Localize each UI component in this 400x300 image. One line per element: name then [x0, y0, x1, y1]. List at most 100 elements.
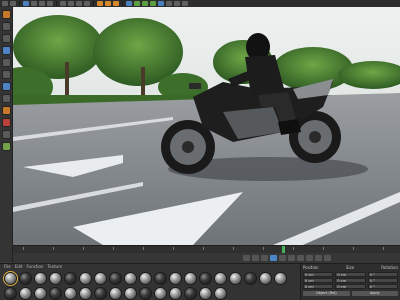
ruler-tick: [263, 247, 264, 250]
render-region-icon[interactable]: [105, 1, 111, 6]
material-swatch[interactable]: [184, 287, 197, 300]
solo-icon[interactable]: [1, 142, 11, 151]
pen-icon[interactable]: [134, 1, 140, 6]
cube-icon[interactable]: [126, 1, 132, 6]
material-swatch[interactable]: [19, 287, 32, 300]
next-key-icon[interactable]: [288, 255, 295, 261]
size-x-field[interactable]: 0 cm: [335, 272, 366, 277]
position-header: Position: [303, 265, 319, 270]
material-swatch[interactable]: [79, 272, 92, 285]
material-swatch[interactable]: [49, 287, 62, 300]
snap-icon[interactable]: [1, 118, 11, 127]
floor-icon[interactable]: [166, 1, 172, 6]
material-swatch[interactable]: [79, 287, 92, 300]
camera-icon[interactable]: [174, 1, 180, 6]
menu-texture[interactable]: Texture: [47, 264, 62, 270]
redo-icon[interactable]: [10, 1, 16, 6]
material-swatch[interactable]: [139, 272, 152, 285]
material-swatch[interactable]: [229, 272, 242, 285]
points-mode-icon[interactable]: [1, 58, 11, 67]
record-icon[interactable]: [306, 255, 313, 261]
perspective-viewport[interactable]: [13, 7, 400, 245]
material-swatch[interactable]: [64, 287, 77, 300]
ruler-tick: [383, 247, 384, 250]
material-swatch[interactable]: [94, 272, 107, 285]
position-z-field[interactable]: 0 cm: [303, 284, 334, 289]
rotate-icon[interactable]: [47, 1, 53, 6]
enable-axis-icon[interactable]: [1, 94, 11, 103]
material-swatch[interactable]: [214, 272, 227, 285]
workplane-lock-icon[interactable]: [1, 130, 11, 139]
material-swatch[interactable]: [199, 272, 212, 285]
subdivision-icon[interactable]: [142, 1, 148, 6]
material-manager: File Edit Function Texture: [0, 263, 300, 300]
light-icon[interactable]: [182, 1, 188, 6]
workplane-icon[interactable]: [1, 46, 11, 55]
material-swatch[interactable]: [3, 271, 18, 286]
material-swatch[interactable]: [169, 272, 182, 285]
make-editable-icon[interactable]: [1, 10, 11, 19]
texture-mode-icon[interactable]: [1, 34, 11, 43]
size-z-field[interactable]: 0 cm: [335, 284, 366, 289]
material-swatch[interactable]: [109, 272, 122, 285]
previous-key-icon[interactable]: [252, 255, 259, 261]
material-swatch[interactable]: [64, 272, 77, 285]
material-swatch[interactable]: [124, 287, 137, 300]
polygons-mode-icon[interactable]: [1, 82, 11, 91]
coordinate-mode-dropdown[interactable]: Object (Rel): [303, 291, 350, 296]
coordinate-row-z: 0 cm 0 cm 0 °: [303, 284, 398, 289]
material-swatch[interactable]: [169, 287, 182, 300]
rotation-p-field[interactable]: 0 °: [367, 278, 398, 283]
edges-mode-icon[interactable]: [1, 70, 11, 79]
timeline-ruler[interactable]: [13, 245, 400, 254]
menu-file[interactable]: File: [4, 264, 11, 270]
z-axis-icon[interactable]: [76, 1, 82, 6]
play-icon[interactable]: [270, 255, 277, 261]
position-x-field[interactable]: 0 cm: [303, 272, 334, 277]
size-y-field[interactable]: 0 cm: [335, 278, 366, 283]
rotation-b-field[interactable]: 0 °: [367, 284, 398, 289]
position-y-field[interactable]: 0 cm: [303, 278, 334, 283]
model-mode-icon[interactable]: [1, 22, 11, 31]
material-swatch[interactable]: [139, 287, 152, 300]
material-swatch[interactable]: [199, 287, 212, 300]
undo-icon[interactable]: [2, 1, 8, 6]
ruler-tick: [323, 247, 324, 250]
material-swatch[interactable]: [109, 287, 122, 300]
material-swatch[interactable]: [124, 272, 137, 285]
y-axis-icon[interactable]: [68, 1, 74, 6]
menu-edit[interactable]: Edit: [15, 264, 23, 270]
array-icon[interactable]: [150, 1, 156, 6]
go-to-start-icon[interactable]: [243, 255, 250, 261]
material-swatch[interactable]: [154, 287, 167, 300]
render-settings-icon[interactable]: [113, 1, 119, 6]
tweak-icon[interactable]: [1, 106, 11, 115]
previous-frame-icon[interactable]: [261, 255, 268, 261]
material-swatch[interactable]: [4, 287, 17, 300]
scale-icon[interactable]: [39, 1, 45, 6]
deformer-icon[interactable]: [158, 1, 164, 6]
move-icon[interactable]: [31, 1, 37, 6]
keyframe-selection-icon[interactable]: [324, 255, 331, 261]
material-swatch[interactable]: [49, 272, 62, 285]
next-frame-icon[interactable]: [279, 255, 286, 261]
material-swatch[interactable]: [274, 272, 287, 285]
world-coord-icon[interactable]: [84, 1, 90, 6]
material-swatch[interactable]: [34, 272, 47, 285]
go-to-end-icon[interactable]: [297, 255, 304, 261]
select-icon[interactable]: [23, 1, 29, 6]
render-view-icon[interactable]: [97, 1, 103, 6]
apply-button[interactable]: Apply: [351, 291, 398, 296]
material-swatch[interactable]: [259, 272, 272, 285]
material-swatch[interactable]: [94, 287, 107, 300]
material-swatch[interactable]: [154, 272, 167, 285]
material-swatch[interactable]: [214, 287, 227, 300]
rotation-h-field[interactable]: 0 °: [367, 272, 398, 277]
material-swatch[interactable]: [244, 272, 257, 285]
material-swatch[interactable]: [184, 272, 197, 285]
x-axis-icon[interactable]: [60, 1, 66, 6]
material-swatch[interactable]: [19, 272, 32, 285]
menu-function[interactable]: Function: [26, 264, 43, 270]
material-swatch[interactable]: [34, 287, 47, 300]
autokey-icon[interactable]: [315, 255, 322, 261]
